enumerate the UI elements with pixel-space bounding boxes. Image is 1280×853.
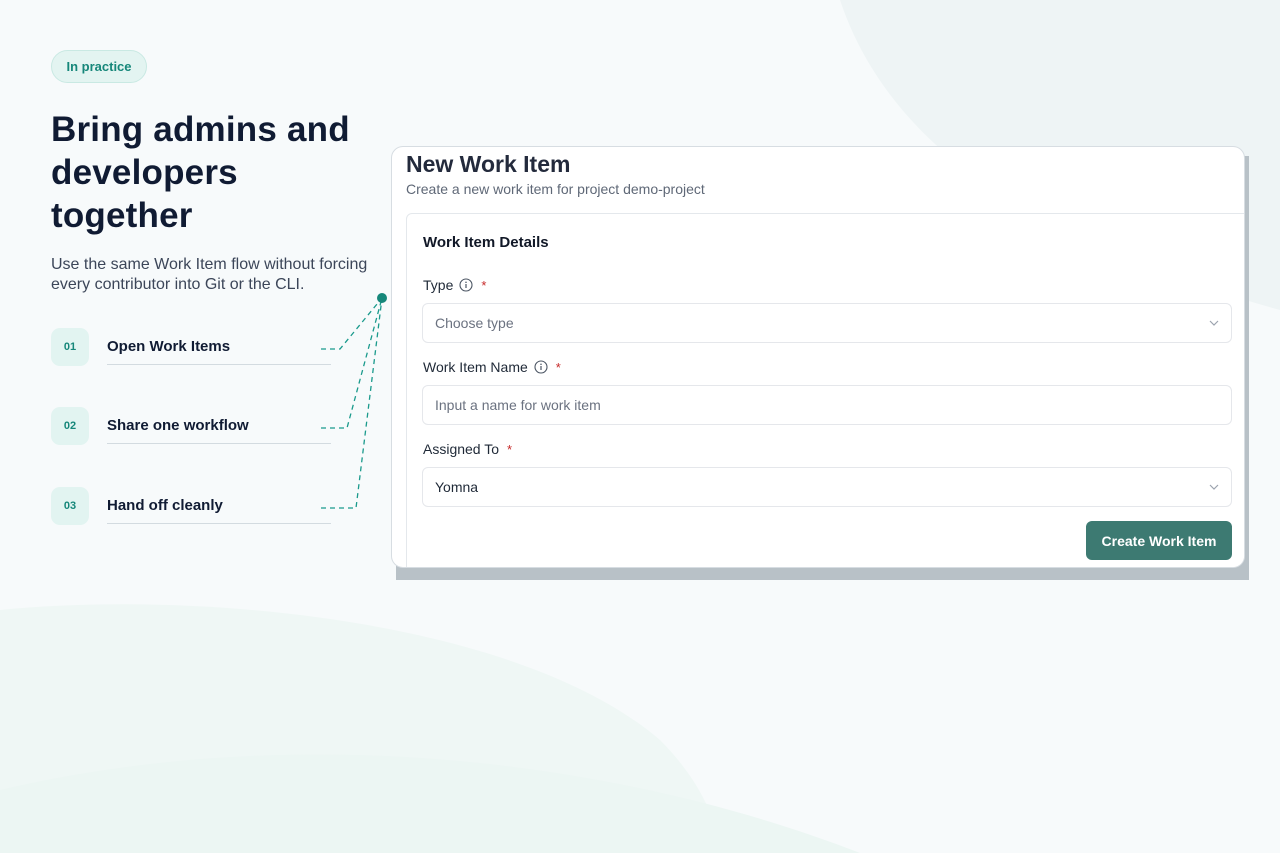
card-title: New Work Item <box>406 151 571 177</box>
in-practice-badge: In practice <box>51 50 147 83</box>
assigned-to-label-text: Assigned To <box>423 441 500 457</box>
step-number: 03 <box>51 487 89 525</box>
new-work-item-card: New Work Item Create a new work item for… <box>391 146 1245 568</box>
work-item-name-label: Work Item Name * <box>423 359 561 375</box>
type-select-placeholder: Choose type <box>435 315 514 331</box>
work-item-details-panel: Work Item Details Type * Choose type Wor… <box>406 213 1244 567</box>
required-asterisk: * <box>555 359 561 375</box>
step-label: Hand off cleanly <box>107 497 223 514</box>
info-icon[interactable] <box>534 360 548 374</box>
work-item-name-input[interactable]: Input a name for work item <box>422 385 1232 425</box>
step-label: Open Work Items <box>107 338 231 355</box>
step-number: 02 <box>51 407 89 445</box>
step-open-work-items[interactable]: 01 Open Work Items <box>51 328 331 368</box>
required-asterisk: * <box>507 441 513 457</box>
section-title: Work Item Details <box>423 234 549 251</box>
chevron-down-icon <box>1209 320 1219 326</box>
step-label: Share one workflow <box>107 417 249 434</box>
step-number: 01 <box>51 328 89 366</box>
info-icon[interactable] <box>459 278 473 292</box>
page-subtext: Use the same Work Item flow without forc… <box>51 256 368 293</box>
create-work-item-button[interactable]: Create Work Item <box>1086 521 1232 560</box>
page-headline: Bring admins and developers together <box>51 110 350 235</box>
work-item-name-placeholder: Input a name for work item <box>435 397 601 413</box>
work-item-name-label-text: Work Item Name <box>423 359 528 375</box>
assigned-to-select[interactable]: Yomna <box>422 467 1232 507</box>
type-select[interactable]: Choose type <box>422 303 1232 343</box>
assigned-to-label: Assigned To * <box>423 441 512 457</box>
step-divider <box>107 364 331 365</box>
step-divider <box>107 443 331 444</box>
card-subtitle: Create a new work item for project demo-… <box>406 181 705 197</box>
step-divider <box>107 523 331 524</box>
type-label: Type * <box>423 277 486 293</box>
step-share-one-workflow[interactable]: 02 Share one workflow <box>51 407 331 447</box>
type-label-text: Type <box>423 277 454 293</box>
step-hand-off-cleanly[interactable]: 03 Hand off cleanly <box>51 487 331 527</box>
required-asterisk: * <box>481 277 487 293</box>
assigned-to-value: Yomna <box>435 479 479 495</box>
chevron-down-icon <box>1209 484 1219 490</box>
